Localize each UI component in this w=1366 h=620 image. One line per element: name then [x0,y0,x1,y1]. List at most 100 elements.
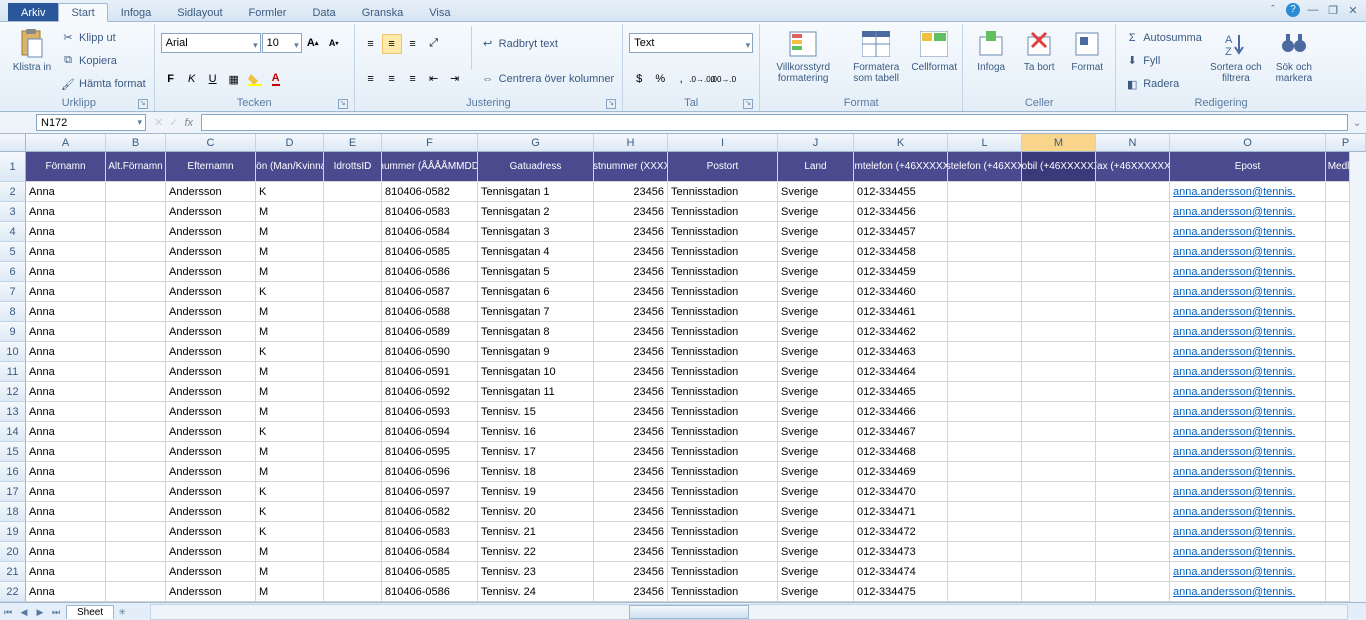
cell[interactable] [1096,442,1170,462]
cell[interactable]: Tennisgatan 2 [478,202,594,222]
cell[interactable]: Andersson [166,562,256,582]
cell[interactable]: 810406-0597 [382,482,478,502]
cell[interactable] [1096,382,1170,402]
row-header[interactable]: 11 [0,362,26,382]
horizontal-scrollbar[interactable] [150,604,1348,620]
cell[interactable] [948,302,1022,322]
col-header-H[interactable]: H [594,134,668,151]
cell[interactable]: M [256,462,324,482]
cell[interactable]: K [256,422,324,442]
row-header[interactable]: 7 [0,282,26,302]
header-cell-O[interactable]: Epost [1170,152,1326,182]
cell[interactable] [324,582,382,602]
fill-color-icon[interactable] [245,69,265,89]
cell[interactable] [1022,462,1096,482]
cell[interactable]: Anna [26,362,106,382]
cell[interactable]: Tennisgatan 9 [478,342,594,362]
row-header[interactable]: 14 [0,422,26,442]
cell[interactable]: 23456 [594,202,668,222]
email-link[interactable]: anna.andersson@tennis. [1173,546,1295,558]
cell[interactable]: Tennisstadion [668,522,778,542]
cell[interactable]: M [256,302,324,322]
cell[interactable]: 012-334460 [854,282,948,302]
cell[interactable]: Anna [26,282,106,302]
cell[interactable] [1022,322,1096,342]
cell[interactable]: Andersson [166,382,256,402]
cell[interactable]: 810406-0588 [382,302,478,322]
cell[interactable]: anna.andersson@tennis. [1170,402,1326,422]
row-header-1[interactable]: 1 [0,152,26,182]
cell[interactable]: Andersson [166,242,256,262]
cell[interactable] [324,562,382,582]
cell[interactable] [106,182,166,202]
email-link[interactable]: anna.andersson@tennis. [1173,386,1295,398]
cell[interactable]: 23456 [594,362,668,382]
row-header[interactable]: 12 [0,382,26,402]
row-header[interactable]: 6 [0,262,26,282]
cell[interactable] [1022,582,1096,602]
cell[interactable] [1022,262,1096,282]
cell[interactable]: Anna [26,242,106,262]
cell[interactable]: Anna [26,422,106,442]
cell[interactable]: Tennisstadion [668,242,778,262]
cell[interactable]: M [256,242,324,262]
cell[interactable]: 012-334472 [854,522,948,542]
cell[interactable]: Tennisgatan 11 [478,382,594,402]
col-header-M[interactable]: M [1022,134,1096,151]
cell[interactable]: Andersson [166,442,256,462]
indent-dec-icon[interactable]: ⇤ [424,69,444,89]
window-restore-icon[interactable]: ❐ [1326,4,1340,17]
cell[interactable]: Anna [26,542,106,562]
decrease-decimal-icon[interactable]: .00→.0 [713,69,733,89]
cell[interactable]: 23456 [594,422,668,442]
cell[interactable]: Andersson [166,342,256,362]
cell[interactable]: 23456 [594,482,668,502]
cell[interactable] [1022,282,1096,302]
cell[interactable]: Sverige [778,242,854,262]
cell[interactable]: Tennisv. 21 [478,522,594,542]
cell[interactable]: anna.andersson@tennis. [1170,322,1326,342]
cell[interactable]: 23456 [594,262,668,282]
cell[interactable] [1096,362,1170,382]
sheet-nav-next-icon[interactable]: ▶ [32,604,48,620]
cell[interactable] [1096,222,1170,242]
cell[interactable]: K [256,482,324,502]
cell[interactable]: Sverige [778,262,854,282]
cell[interactable]: Anna [26,582,106,602]
fill-button[interactable]: ⬇Fyll [1122,51,1204,71]
cell[interactable]: Andersson [166,482,256,502]
cell[interactable]: Anna [26,402,106,422]
cell[interactable]: 23456 [594,282,668,302]
cell[interactable]: Tennisstadion [668,382,778,402]
cell[interactable] [948,522,1022,542]
header-cell-C[interactable]: Efternamn [166,152,256,182]
cell[interactable]: Andersson [166,542,256,562]
cell[interactable]: M [256,262,324,282]
enter-formula-icon[interactable]: ✓ [169,116,178,129]
cell[interactable]: K [256,282,324,302]
cell[interactable] [1022,342,1096,362]
cell[interactable]: M [256,542,324,562]
cell[interactable]: anna.andersson@tennis. [1170,562,1326,582]
tab-layout[interactable]: Sidlayout [164,3,235,21]
cell[interactable]: Anna [26,462,106,482]
cell[interactable]: Tennisgatan 8 [478,322,594,342]
cell[interactable]: Tennisgatan 10 [478,362,594,382]
cell[interactable] [1022,222,1096,242]
cell[interactable] [106,202,166,222]
row-header[interactable]: 19 [0,522,26,542]
email-link[interactable]: anna.andersson@tennis. [1173,446,1295,458]
cell[interactable]: Tennisv. 19 [478,482,594,502]
cell[interactable]: Tennisstadion [668,262,778,282]
row-header[interactable]: 18 [0,502,26,522]
cell[interactable]: 012-334457 [854,222,948,242]
cell[interactable]: Tennisstadion [668,202,778,222]
cell[interactable]: M [256,322,324,342]
cell[interactable]: 23456 [594,582,668,602]
cell[interactable]: M [256,382,324,402]
cell[interactable] [324,322,382,342]
cell[interactable]: 23456 [594,522,668,542]
cell[interactable] [324,182,382,202]
cell[interactable]: M [256,202,324,222]
cell[interactable]: Anna [26,482,106,502]
